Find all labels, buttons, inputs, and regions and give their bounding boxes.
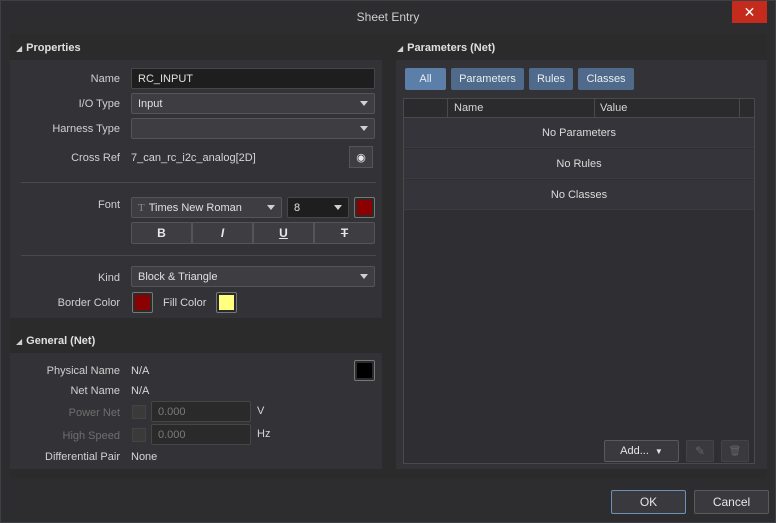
grid-row-classes[interactable]: No Classes — [404, 180, 754, 210]
power-net-label: Power Net — [68, 407, 120, 419]
column-divider — [739, 99, 740, 117]
properties-header[interactable]: ◢ Properties — [16, 37, 81, 59]
collapse-triangle-icon: ◢ — [16, 43, 23, 53]
column-divider — [447, 99, 448, 117]
font-color-fill — [357, 200, 372, 215]
net-name-label: Net Name — [70, 385, 120, 397]
close-icon: ✕ — [743, 3, 756, 20]
strikethrough-button[interactable]: T — [314, 222, 375, 244]
collapse-triangle-icon: ◢ — [397, 43, 404, 53]
physical-name-label: Physical Name — [46, 365, 120, 377]
add-button-label: Add... — [620, 445, 649, 457]
dialog-title: Sheet Entry — [356, 9, 420, 24]
grid-row-parameters[interactable]: No Parameters — [404, 118, 754, 148]
font-family-select[interactable]: T Times New Roman — [131, 197, 282, 218]
high-speed-checkbox[interactable] — [132, 428, 146, 442]
chevron-down-icon — [360, 274, 368, 279]
column-header-value[interactable]: Value — [600, 102, 627, 114]
font-family-value: Times New Roman — [148, 201, 242, 214]
name-field[interactable]: RC_INPUT — [131, 68, 375, 89]
chevron-down-icon — [360, 101, 368, 106]
column-header-name[interactable]: Name — [454, 102, 483, 114]
io-type-label: I/O Type — [78, 98, 120, 110]
high-speed-label: High Speed — [62, 430, 121, 442]
physical-color-swatch[interactable] — [354, 360, 375, 381]
filter-classes-button[interactable]: Classes — [578, 68, 634, 90]
chevron-down-icon — [334, 205, 342, 210]
grid-row-rules[interactable]: No Rules — [404, 149, 754, 179]
parameters-header[interactable]: ◢ Parameters (Net) — [397, 37, 495, 59]
pencil-icon: ✎ — [694, 444, 706, 458]
cross-ref-show-button[interactable]: ◉ — [349, 146, 373, 168]
edit-button[interactable]: ✎ — [686, 440, 714, 462]
font-color-swatch[interactable] — [354, 197, 375, 218]
add-button[interactable]: Add... ▼ — [604, 440, 679, 462]
underline-button[interactable]: U — [253, 222, 314, 244]
parameters-grid: Name Value No Parameters No Rules No Cla… — [403, 98, 755, 464]
filter-rules-button[interactable]: Rules — [529, 68, 573, 90]
high-speed-field[interactable]: 0.000 — [151, 424, 251, 445]
filter-all-button[interactable]: All — [405, 68, 446, 90]
general-header[interactable]: ◢ General (Net) — [16, 330, 95, 352]
kind-label: Kind — [97, 272, 120, 284]
chevron-down-icon — [360, 126, 368, 131]
harness-type-label: Harness Type — [52, 123, 120, 135]
italic-button[interactable]: I — [192, 222, 253, 244]
trash-icon: 🗑 — [728, 445, 742, 457]
physical-name-value: N/A — [131, 365, 150, 377]
separator — [21, 255, 376, 256]
ok-button[interactable]: OK — [611, 490, 686, 514]
properties-header-label: Properties — [26, 42, 81, 54]
border-color-label: Border Color — [57, 297, 120, 309]
general-header-label: General (Net) — [26, 335, 96, 347]
io-type-select[interactable]: Input — [131, 93, 375, 114]
eye-icon: ◉ — [356, 151, 366, 164]
font-type-icon: T — [138, 201, 145, 214]
fill-color-label: Fill Color — [163, 297, 207, 309]
cross-ref-value: 7_can_rc_i2c_analog[2D] — [131, 152, 256, 164]
power-net-field[interactable]: 0.000 — [151, 401, 251, 422]
column-divider — [594, 99, 595, 117]
grid-header: Name Value — [404, 99, 754, 118]
font-size-select[interactable]: 8 — [287, 197, 349, 218]
parameters-header-label: Parameters (Net) — [407, 42, 496, 54]
power-net-checkbox[interactable] — [132, 405, 146, 419]
delete-button[interactable]: 🗑 — [721, 440, 749, 462]
dialog-content: ◢ Properties Name RC_INPUT I/O Type Inpu… — [10, 34, 767, 479]
border-color-swatch[interactable] — [132, 292, 153, 313]
collapse-triangle-icon: ◢ — [16, 336, 23, 346]
kind-value: Block & Triangle — [138, 270, 218, 283]
separator — [21, 182, 376, 183]
harness-type-select[interactable] — [131, 118, 375, 139]
kind-select[interactable]: Block & Triangle — [131, 266, 375, 287]
font-size-value: 8 — [294, 201, 301, 214]
cross-ref-label: Cross Ref — [71, 152, 120, 164]
differential-pair-value: None — [131, 451, 158, 463]
differential-pair-label: Differential Pair — [45, 451, 120, 463]
title-bar: Sheet Entry ✕ — [1, 1, 775, 32]
sheet-entry-dialog: Sheet Entry ✕ ◢ Properties Name RC_INPUT… — [0, 0, 776, 523]
close-button[interactable]: ✕ — [732, 1, 767, 23]
power-net-unit: V — [257, 405, 265, 417]
net-name-value: N/A — [131, 385, 150, 397]
high-speed-unit: Hz — [257, 428, 271, 440]
cancel-button[interactable]: Cancel — [694, 490, 769, 514]
font-label: Font — [97, 199, 120, 211]
name-label: Name — [90, 73, 120, 85]
fill-color-swatch[interactable] — [216, 292, 237, 313]
chevron-down-icon — [267, 205, 275, 210]
border-color-fill — [135, 295, 150, 310]
chevron-down-icon: ▼ — [654, 446, 663, 456]
fill-color-fill — [219, 295, 234, 310]
physical-color-fill — [357, 363, 372, 378]
io-type-value: Input — [138, 97, 163, 110]
filter-parameters-button[interactable]: Parameters — [451, 68, 524, 90]
bold-button[interactable]: B — [131, 222, 192, 244]
